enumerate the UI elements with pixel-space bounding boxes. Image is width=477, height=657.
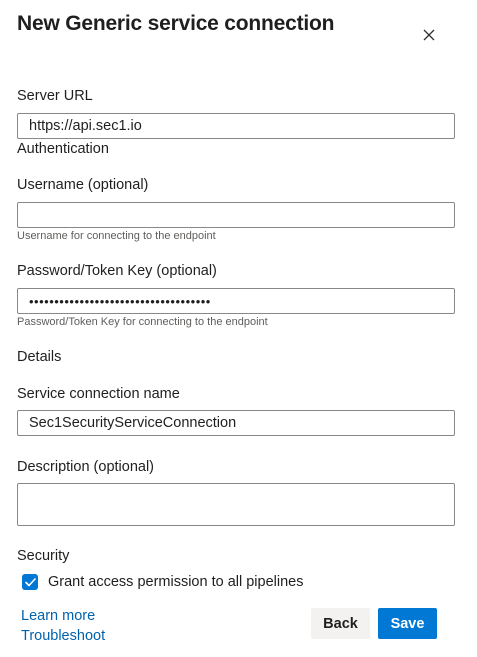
troubleshoot-link[interactable]: Troubleshoot [21, 628, 105, 644]
server-url-input[interactable] [17, 113, 455, 139]
back-button[interactable]: Back [311, 608, 370, 639]
password-label: Password/Token Key (optional) [17, 263, 217, 279]
authentication-heading: Authentication [17, 141, 109, 157]
username-hint: Username for connecting to the endpoint [17, 230, 216, 242]
password-input[interactable] [17, 288, 455, 314]
description-textarea[interactable] [17, 483, 455, 526]
save-button[interactable]: Save [378, 608, 437, 639]
connection-name-label: Service connection name [17, 386, 180, 402]
username-input[interactable] [17, 202, 455, 228]
server-url-label: Server URL [17, 88, 93, 104]
grant-access-checkbox-row[interactable]: Grant access permission to all pipelines [22, 574, 303, 590]
close-button[interactable] [418, 24, 440, 46]
close-icon [423, 29, 435, 41]
grant-access-label: Grant access permission to all pipelines [48, 574, 304, 590]
password-hint: Password/Token Key for connecting to the… [17, 316, 268, 328]
username-label: Username (optional) [17, 177, 149, 193]
connection-name-input[interactable] [17, 410, 455, 436]
dialog-title: New Generic service connection [17, 12, 335, 35]
checkmark-icon [24, 577, 36, 586]
details-heading: Details [17, 349, 62, 365]
grant-access-checkbox[interactable] [22, 574, 38, 590]
learn-more-link[interactable]: Learn more [21, 608, 95, 624]
security-heading: Security [17, 548, 70, 564]
description-label: Description (optional) [17, 459, 155, 475]
